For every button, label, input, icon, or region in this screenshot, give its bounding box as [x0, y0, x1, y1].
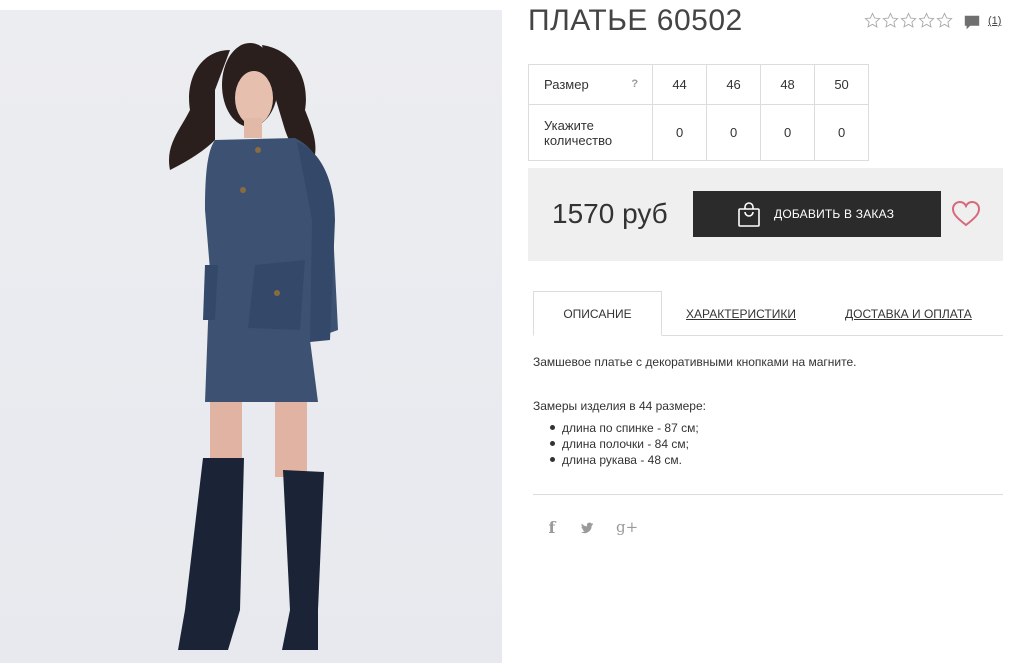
size-44: 44 — [652, 64, 708, 105]
size-help-icon[interactable]: ? — [631, 78, 638, 90]
add-to-order-button[interactable]: ДОБАВИТЬ В ЗАКАЗ — [693, 191, 941, 237]
measure-list: длина по спинке - 87 см; длина полочки -… — [550, 420, 699, 468]
list-item: длина полочки - 84 см; — [550, 436, 699, 452]
quantity-input-50[interactable]: 0 — [814, 104, 870, 161]
tab-description[interactable]: ОПИСАНИЕ — [533, 291, 662, 336]
tab-delivery-payment[interactable]: ДОСТАВКА И ОПЛАТА — [845, 307, 972, 321]
heart-icon[interactable] — [951, 200, 981, 228]
product-title: ПЛАТЬЕ 60502 — [528, 4, 743, 37]
measure-title: Замеры изделия в 44 размере: — [533, 399, 706, 413]
price-box: 1570 руб ДОБАВИТЬ В ЗАКАЗ — [528, 168, 1003, 261]
comments-count-link[interactable]: (1) — [988, 15, 1001, 27]
section-divider — [533, 494, 1003, 495]
size-label: Размер — [544, 77, 589, 92]
google-plus-icon[interactable]: g+ — [616, 518, 638, 538]
size-48: 48 — [760, 64, 816, 105]
star-icon[interactable] — [864, 12, 881, 29]
quantity-input-44[interactable]: 0 — [652, 104, 708, 161]
facebook-icon[interactable]: f — [541, 518, 563, 538]
add-to-order-label: ДОБАВИТЬ В ЗАКАЗ — [774, 207, 895, 221]
shopping-bag-icon — [738, 202, 760, 227]
star-icon[interactable] — [882, 12, 899, 29]
list-item: длина рукава - 48 см. — [550, 452, 699, 468]
dress-model-illustration — [169, 43, 338, 650]
twitter-icon[interactable] — [579, 521, 595, 535]
star-icon[interactable] — [918, 12, 935, 29]
list-item: длина по спинке - 87 см; — [550, 420, 699, 436]
star-icon[interactable] — [900, 12, 917, 29]
tab-characteristics[interactable]: ХАРАКТЕРИСТИКИ — [686, 307, 796, 321]
size-46: 46 — [706, 64, 762, 105]
quantity-label: Укажите количество — [527, 104, 654, 161]
size-quantity-table: Размер ? 44 46 48 50 Укажите количество … — [527, 64, 870, 161]
quantity-row: Укажите количество 0 0 0 0 — [527, 104, 870, 161]
description-text: Замшевое платье с декоративными кнопками… — [533, 355, 857, 369]
comment-icon[interactable] — [963, 14, 981, 32]
quantity-input-46[interactable]: 0 — [706, 104, 762, 161]
product-photo[interactable] — [0, 10, 502, 663]
price: 1570 руб — [552, 198, 668, 229]
size-50: 50 — [814, 64, 870, 105]
size-label-cell: Размер ? — [527, 64, 654, 105]
star-icon[interactable] — [936, 12, 953, 29]
quantity-input-48[interactable]: 0 — [760, 104, 816, 161]
rating-stars[interactable] — [864, 12, 953, 29]
size-row: Размер ? 44 46 48 50 — [527, 64, 870, 105]
